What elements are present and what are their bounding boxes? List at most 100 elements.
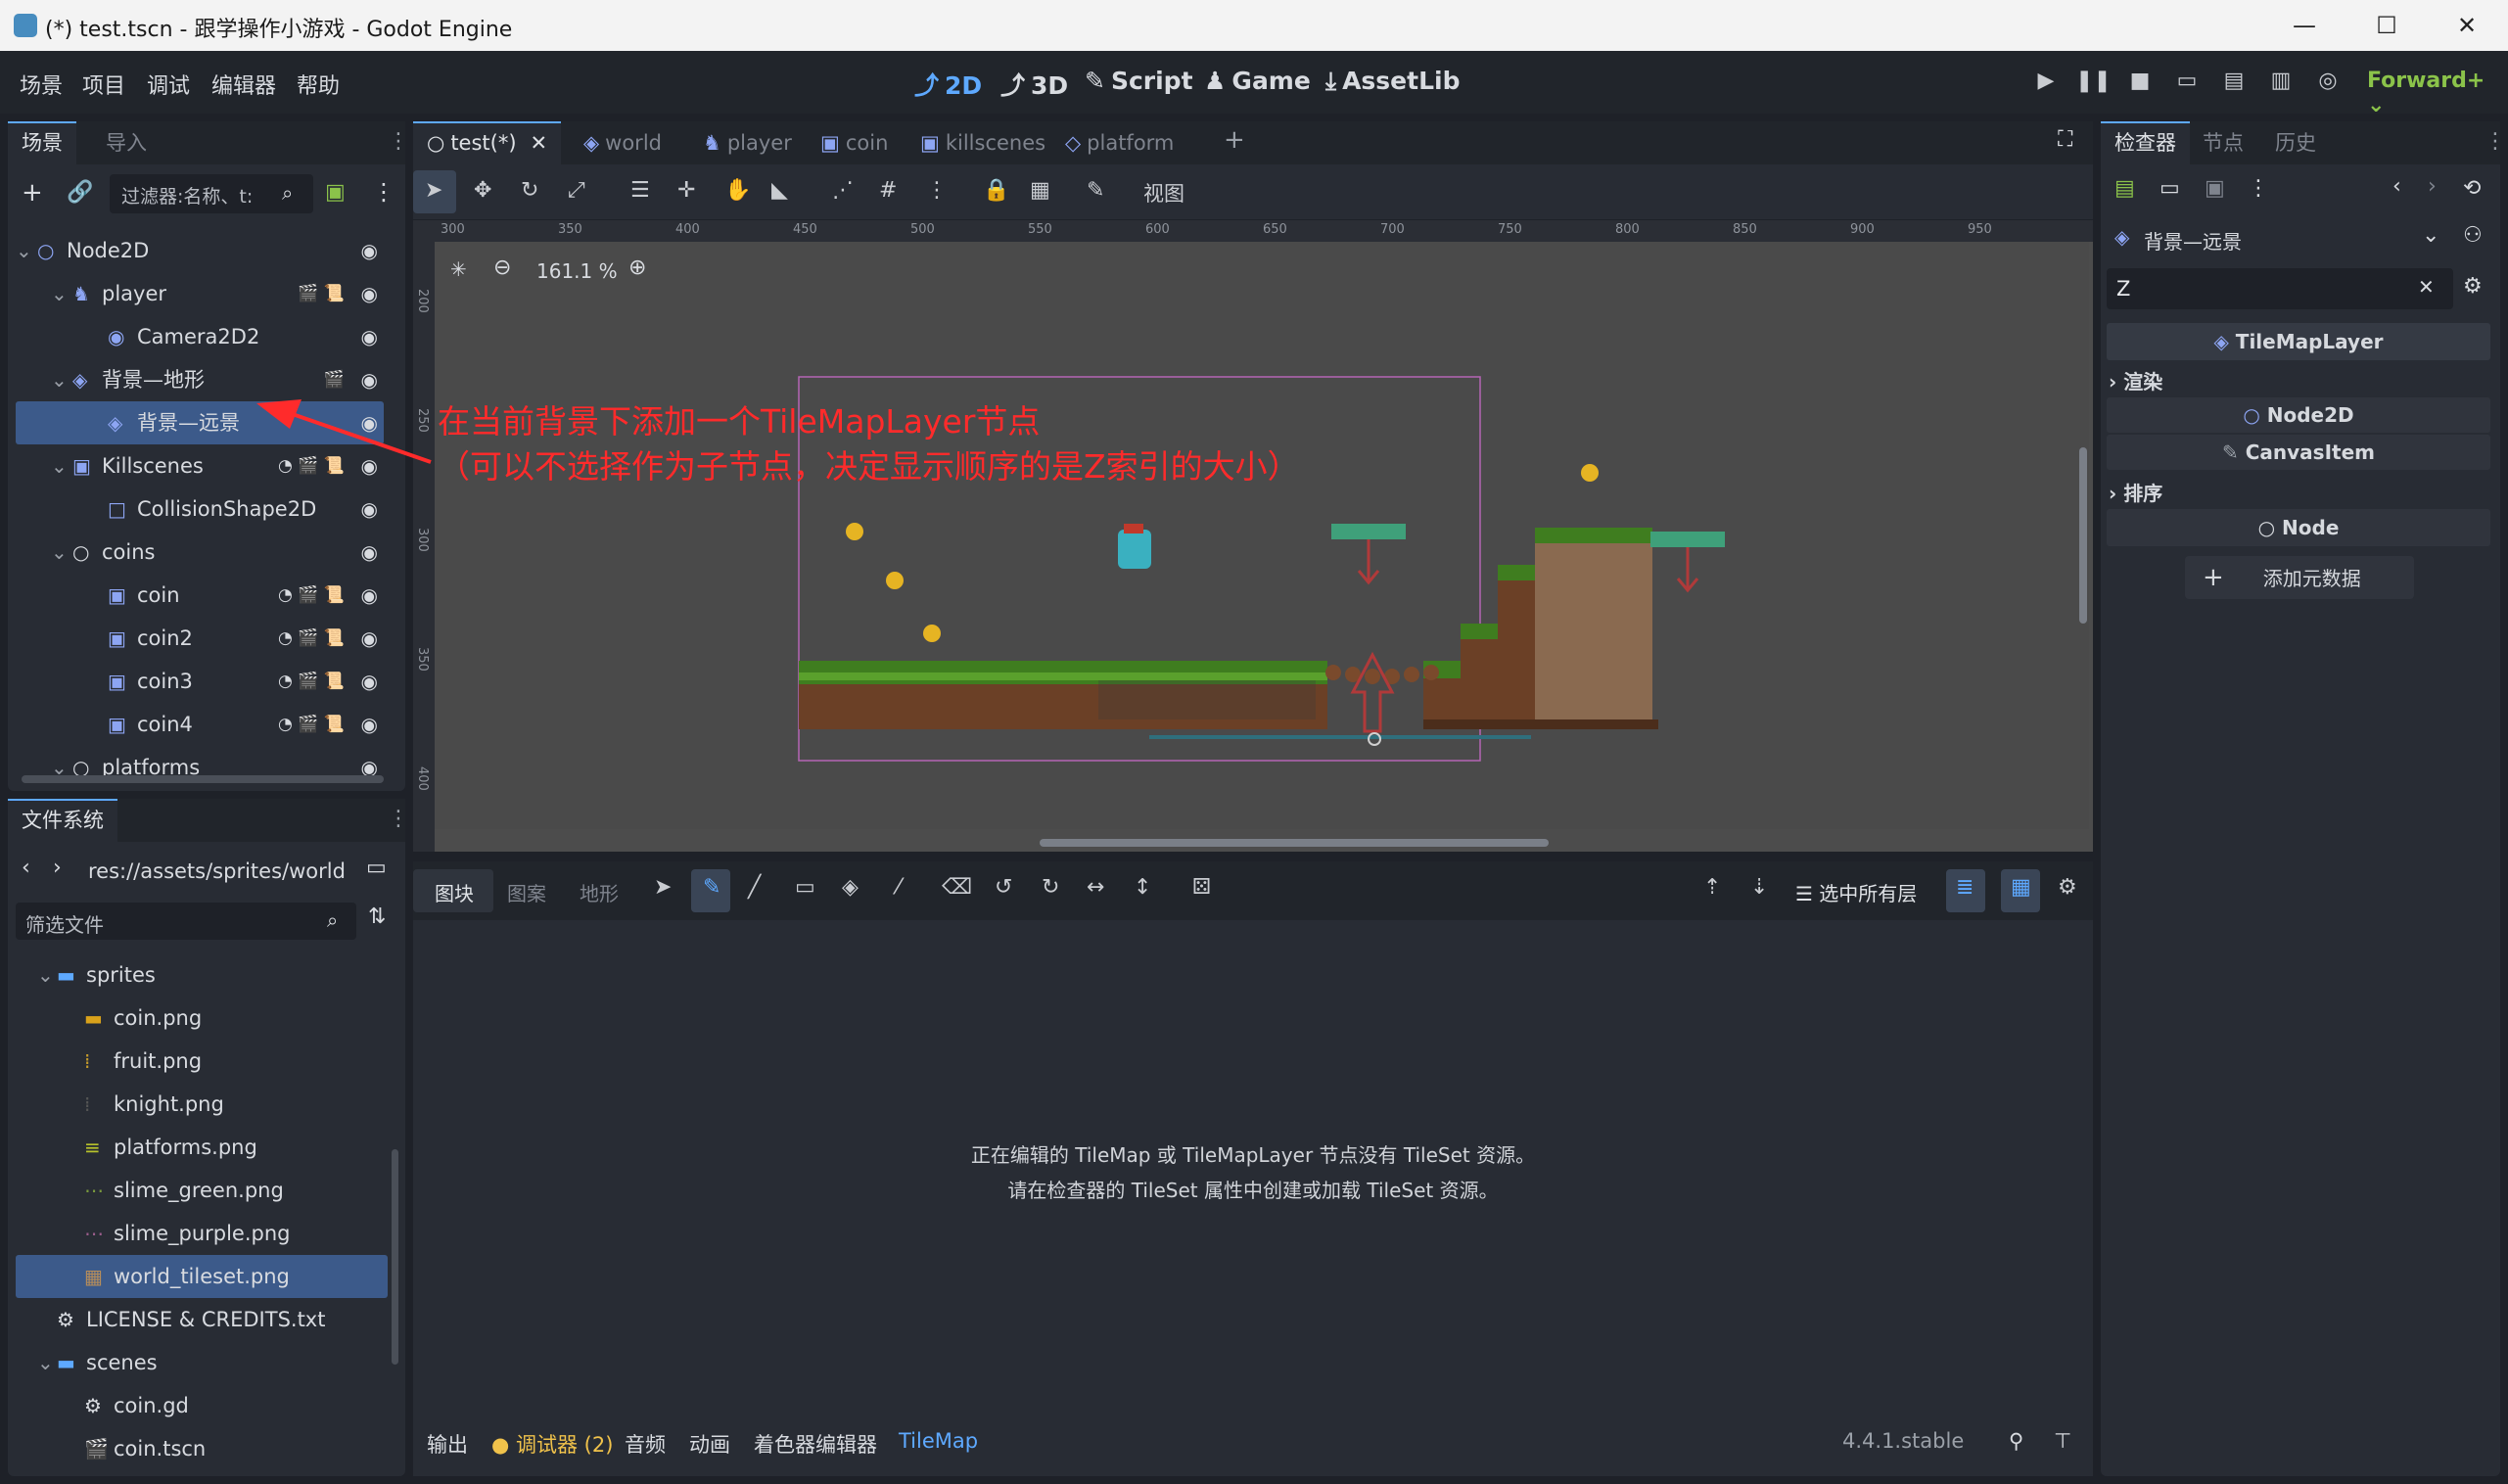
tab-output[interactable]: 输出 [427, 1429, 468, 1459]
dock-menu-icon[interactable]: ⋮ [388, 807, 409, 831]
tree-node[interactable]: ⌄ ○ Node2D ◉ [16, 229, 384, 272]
chevron-down-icon[interactable]: ⌄ [51, 272, 68, 315]
rotate-tool-icon[interactable]: ↻ [521, 178, 538, 203]
play-scene-icon[interactable]: ▤ [2216, 69, 2252, 100]
save-resource-icon[interactable]: ▣ [2205, 176, 2225, 201]
tab-filesystem[interactable]: 文件系统 [8, 799, 117, 842]
dock-menu-icon[interactable]: ⋮ [388, 129, 409, 154]
split-view-icon[interactable]: ▭ [366, 856, 387, 880]
play-icon[interactable]: ▶ [2028, 69, 2064, 100]
grid-toggle-icon[interactable]: ▦ [2011, 875, 2031, 900]
tree-node[interactable]: □ CollisionShape2D ◉ [16, 487, 384, 531]
tab-shader-editor[interactable]: 着色器编辑器 [754, 1429, 877, 1459]
move-tool-icon[interactable]: ✥ [474, 178, 491, 203]
node-status-icons[interactable]: 🎬 📜 [298, 272, 345, 315]
file-item[interactable]: ▦ world_tileset.png [16, 1255, 388, 1298]
section-ordering[interactable]: › 排序 [2109, 478, 2162, 506]
object-history-icon[interactable]: ⟲ [2463, 176, 2481, 201]
file-filter-input[interactable]: 筛选文件 ⌕ [16, 903, 356, 940]
scene-tab[interactable]: ○ test(*) ✕ [413, 121, 562, 164]
add-node-icon[interactable]: + [22, 178, 43, 208]
rotate-left-icon[interactable]: ↺ [995, 875, 1012, 900]
node-status-icons[interactable]: ◔ 🎬 📜 [278, 574, 345, 617]
scene-options-icon[interactable]: ⋮ [372, 178, 395, 206]
visibility-eye-icon[interactable]: ◉ [361, 487, 378, 531]
paint-tool-icon[interactable]: ✎ [703, 875, 720, 900]
scale-tool-icon[interactable]: ⤢ [568, 178, 585, 203]
visibility-eye-icon[interactable]: ◉ [361, 574, 378, 617]
tab-audio[interactable]: 音频 [625, 1429, 666, 1459]
random-tile-icon[interactable]: ⚄ [1192, 875, 1211, 900]
tree-node[interactable]: ⌄ ○ platforms ◉ [16, 746, 384, 775]
file-item[interactable]: 🎬 coin.tscn [16, 1427, 388, 1470]
chevron-down-icon[interactable]: ⌄ [51, 358, 68, 401]
tree-node[interactable]: ▣ coin3 ◔ 🎬 📜 ◉ [16, 660, 384, 703]
chevron-down-icon[interactable]: ⌄ [51, 444, 68, 487]
flip-h-icon[interactable]: ↔ [1087, 875, 1104, 900]
chevron-down-icon[interactable]: ⌄ [51, 531, 68, 574]
close-tab-icon[interactable]: ✕ [531, 131, 548, 155]
attach-script-icon[interactable]: ▣ [325, 180, 346, 205]
menu-help[interactable]: 帮助 [297, 69, 340, 100]
property-filter-input[interactable]: Z ✕ [2107, 268, 2453, 309]
tree-node[interactable]: ▣ coin ◔ 🎬 📜 ◉ [16, 574, 384, 617]
chevron-down-icon[interactable]: ⌄ [37, 953, 54, 997]
tab-tilemap[interactable]: TileMap [899, 1429, 978, 1453]
skeleton-icon[interactable]: ✎ [1087, 178, 1104, 203]
pin-icon[interactable]: ⚲ [2009, 1429, 2023, 1453]
zoom-level[interactable]: 161.1 % [536, 259, 618, 283]
file-tree-scrollbar[interactable] [392, 1149, 398, 1365]
ruler-tool-icon[interactable]: ◣ [771, 178, 788, 203]
history-back-icon[interactable]: ‹ [2392, 174, 2401, 199]
tree-node[interactable]: ▣ coin4 ◔ 🎬 📜 ◉ [16, 703, 384, 746]
tab-patterns[interactable]: 图案 [507, 878, 546, 906]
file-item[interactable]: ⌄ ▬ scenes [16, 1341, 388, 1384]
file-item[interactable]: ≡ platforms.png [16, 1126, 388, 1169]
layer-down-icon[interactable]: ⇣ [1750, 875, 1768, 900]
node-tools-icon[interactable]: ⚇ [2463, 223, 2483, 248]
scene-tab[interactable]: ▣ coin [807, 121, 902, 164]
tree-node[interactable]: ◉ Camera2D2 ◉ [16, 315, 384, 358]
menu-project[interactable]: 项目 [82, 69, 125, 100]
play-custom-scene-icon[interactable]: ▥ [2263, 69, 2299, 100]
select-tile-icon[interactable]: ➤ [654, 875, 672, 900]
back-icon[interactable]: ‹ [22, 856, 30, 880]
eraser-icon[interactable]: ⌫ [942, 875, 972, 900]
zoom-out-icon[interactable]: ⊖ [493, 255, 511, 280]
tree-node[interactable]: ⌄ ♞ player 🎬 📜 ◉ [16, 272, 384, 315]
tab-history[interactable]: 历史 [2261, 121, 2330, 164]
highlight-layers-toggle[interactable]: ☰ 选中所有层 [1795, 878, 1917, 906]
visibility-eye-icon[interactable]: ◉ [361, 229, 378, 272]
flip-v-icon[interactable]: ↕ [1134, 875, 1151, 900]
snap-options-icon[interactable]: ⋮ [926, 178, 948, 203]
visibility-eye-icon[interactable]: ◉ [361, 660, 378, 703]
workspace-2d-button[interactable]: ⤴ 2D [914, 67, 982, 102]
file-item[interactable]: ⋯ slime_purple.png [16, 1212, 388, 1255]
tree-node[interactable]: ▣ coin2 ◔ 🎬 📜 ◉ [16, 617, 384, 660]
viewport-h-scrollbar[interactable] [1040, 839, 1549, 847]
visibility-eye-icon[interactable]: ◉ [361, 315, 378, 358]
file-item[interactable]: ⁞ knight.png [16, 1083, 388, 1126]
remote-debug-icon[interactable]: ▭ [2169, 69, 2205, 100]
renderer-selector[interactable]: Forward+ ⌄ [2367, 69, 2508, 117]
distraction-free-icon[interactable]: ⛶ [2058, 127, 2072, 152]
picker-icon[interactable]: ⁄ [897, 875, 901, 900]
tab-inspector[interactable]: 检查器 [2101, 121, 2190, 164]
visibility-eye-icon[interactable]: ◉ [361, 746, 378, 775]
file-item[interactable]: ⁞ fruit.png [16, 1040, 388, 1083]
pause-icon[interactable]: ❚❚ [2075, 69, 2112, 100]
stop-icon[interactable]: ■ [2122, 69, 2158, 100]
node-status-icons[interactable]: ◔ 🎬 📜 [278, 660, 345, 703]
add-metadata-button[interactable]: + 添加元数据 [2185, 556, 2414, 599]
scene-tab[interactable]: ◇ platform [1051, 121, 1187, 164]
tree-node[interactable]: ⌄ ○ coins ◉ [16, 531, 384, 574]
history-forward-icon[interactable]: › [2428, 174, 2437, 199]
chevron-down-icon[interactable]: ⌄ [37, 1341, 54, 1384]
new-resource-icon[interactable]: ▤ [2114, 176, 2135, 201]
layer-up-icon[interactable]: ⇡ [1703, 875, 1721, 900]
workspace-3d-button[interactable]: ⤴ 3D [1000, 67, 1068, 102]
line-tool-icon[interactable]: ╱ [748, 875, 761, 900]
tab-debugger[interactable]: ● 调试器 (2) [491, 1429, 613, 1459]
canvas[interactable]: ✳ ⊖ 161.1 % ⊕ [435, 242, 2089, 847]
tab-animation[interactable]: 动画 [689, 1429, 730, 1459]
